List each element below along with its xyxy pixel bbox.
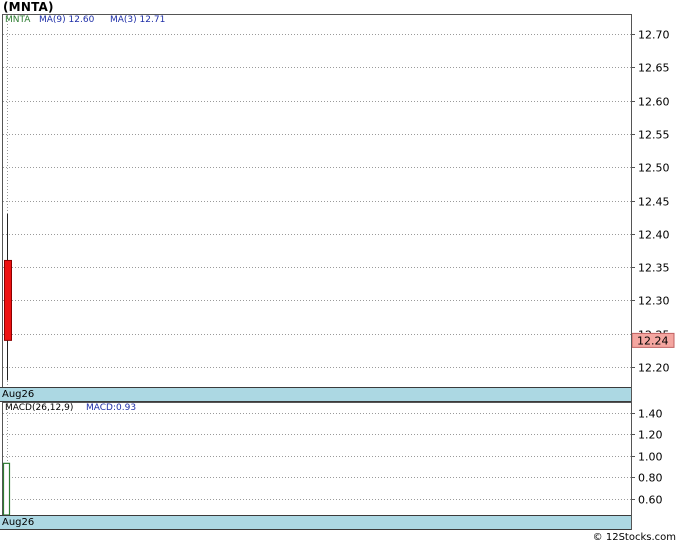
y-tick-label: 12.35 [638,262,670,275]
y-tick-label: 0.80 [638,472,663,485]
legend-ma3: MA(3) 12.71 [110,15,166,25]
y-tick-label: 12.55 [638,129,670,142]
legend-macd-name: MACD(26,12,9) [5,403,74,413]
date-label-price: Aug26 [2,389,35,400]
y-tick-label: 12.50 [638,162,670,175]
y-tick-label: 1.20 [638,429,663,442]
y-tick-label: 12.45 [638,196,670,209]
y-tick-label: 1.00 [638,451,663,464]
last-price-label: 12.24 [637,334,669,347]
y-tick-label: 12.30 [638,295,670,308]
site-credit: © 12Stocks.com [592,532,676,543]
candle-body [4,259,12,341]
chart-canvas: 12.70 12.65 12.60 12.55 12.50 12.45 12.40 12.35… [2,14,675,530]
macd-panel-frame [2,402,632,516]
y-tick-label: 12.40 [638,229,670,242]
y-tick-label: 12.20 [638,362,670,375]
macd-bar [2,462,11,516]
legend-ma9: MA(9) 12.60 [39,15,95,25]
y-tick-label: 0.60 [638,494,663,507]
y-tick-label: 12.70 [638,29,670,42]
date-strip-price: Aug26 [0,387,631,402]
legend-macd-value: MACD:0.93 [86,403,137,413]
date-label-macd: Aug26 [2,517,35,528]
y-tick-label: 1.40 [638,408,663,421]
y-tick-label: 12.60 [638,96,670,109]
date-strip-macd: Aug26 [0,515,631,530]
legend-symbol: MNTA [5,15,31,25]
chart-title: (MNTA) [3,0,54,14]
y-tick-label: 12.65 [638,62,670,75]
